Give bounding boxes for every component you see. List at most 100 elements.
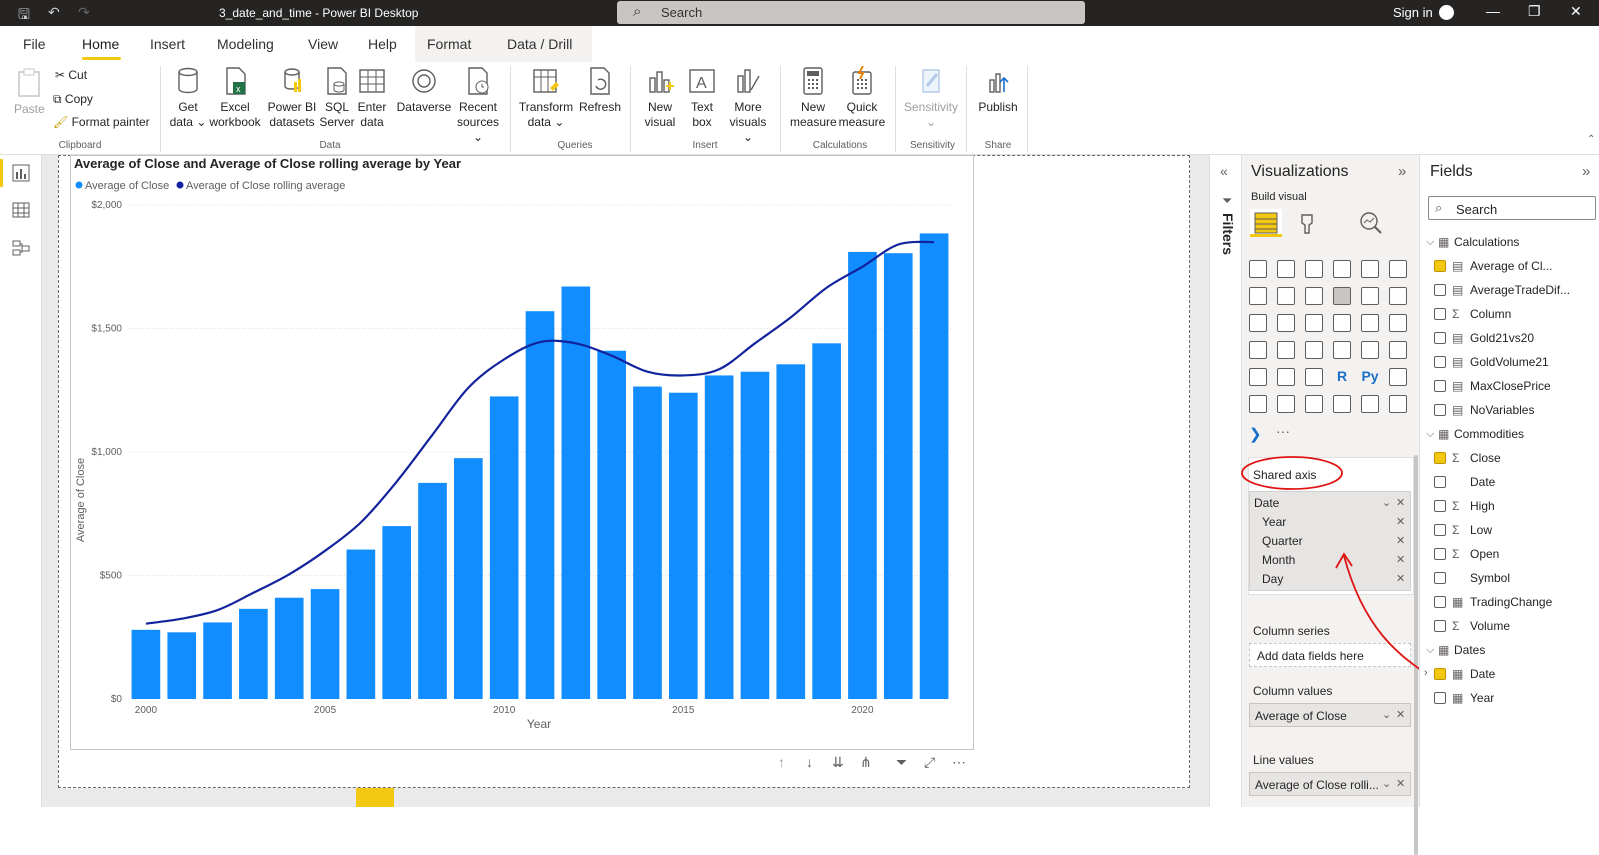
field-checkbox[interactable] xyxy=(1434,500,1446,512)
menu-home[interactable]: Home xyxy=(82,36,119,52)
field-checkbox[interactable] xyxy=(1434,308,1446,320)
python-visual-icon[interactable]: Py xyxy=(1361,368,1379,386)
field-checkbox[interactable] xyxy=(1434,668,1446,680)
date-level-day[interactable]: Day xyxy=(1262,572,1283,586)
drill-down-icon[interactable]: ↓ xyxy=(806,754,813,770)
next-level-icon[interactable]: ⇊ xyxy=(832,754,844,771)
format-painter-button[interactable]: 🖌 Format painter xyxy=(53,115,150,130)
menu-format[interactable]: Format xyxy=(427,36,471,52)
stacked-bar-visual-icon[interactable] xyxy=(1249,260,1267,278)
field-checkbox[interactable] xyxy=(1434,572,1446,584)
collapse-table-icon[interactable]: ⌵ xyxy=(1426,644,1434,657)
power-automate-visual-icon[interactable]: ❯ xyxy=(1249,425,1262,443)
active-page-tab[interactable] xyxy=(356,788,394,807)
bar-2001[interactable] xyxy=(167,632,196,699)
area-visual-icon[interactable] xyxy=(1277,287,1295,305)
field-checkbox[interactable] xyxy=(1434,260,1446,272)
field-checkbox[interactable] xyxy=(1434,692,1446,704)
paste-button[interactable]: Paste xyxy=(14,68,44,117)
menu-help[interactable]: Help xyxy=(368,36,397,52)
publish-button[interactable]: Publish xyxy=(975,66,1021,115)
filter-icon[interactable]: ⏷ xyxy=(896,754,907,771)
fields-search-input[interactable]: ⌕ Search xyxy=(1428,196,1596,220)
menu-file[interactable]: File xyxy=(23,36,46,52)
chevron-down-icon[interactable]: ⌄ xyxy=(1382,777,1391,790)
menu-modeling[interactable]: Modeling xyxy=(217,36,274,52)
avatar[interactable] xyxy=(1439,5,1454,20)
bar-2007[interactable] xyxy=(382,526,411,699)
field-checkbox[interactable] xyxy=(1434,284,1446,296)
format-visual-icon[interactable] xyxy=(1294,213,1320,235)
enter-data-button[interactable]: Enterdata xyxy=(354,66,390,130)
field-checkbox[interactable] xyxy=(1434,548,1446,560)
bar-2018[interactable] xyxy=(776,364,805,699)
decomposition-tree-visual-icon[interactable] xyxy=(1249,395,1267,413)
report-view-icon[interactable] xyxy=(12,164,30,182)
donut-visual-icon[interactable] xyxy=(1361,314,1379,332)
search-box[interactable]: ⌕ Search xyxy=(617,1,1085,24)
bar-2020[interactable] xyxy=(848,252,877,699)
bar-2019[interactable] xyxy=(812,343,841,699)
data-view-icon[interactable] xyxy=(12,201,30,219)
new-measure-button[interactable]: Newmeasure xyxy=(790,66,836,130)
key-influencers-visual-icon[interactable] xyxy=(1389,368,1407,386)
transform-data-button[interactable]: Transformdata ⌄ xyxy=(518,66,574,130)
menu-view[interactable]: View xyxy=(308,36,338,52)
field-item[interactable]: GoldVolume21 xyxy=(1470,355,1549,369)
line-stacked-column-visual-icon[interactable] xyxy=(1361,287,1379,305)
power-automate-visual-icon[interactable] xyxy=(1389,395,1407,413)
multi-row-card-visual-icon[interactable] xyxy=(1361,341,1379,359)
quick-measure-button[interactable]: Quickmeasure xyxy=(838,66,886,130)
bar-2002[interactable] xyxy=(203,622,232,699)
bar-2003[interactable] xyxy=(239,609,268,699)
power-bi-datasets-button[interactable]: Power BIdatasets xyxy=(266,66,318,130)
undo-icon[interactable]: ↶ xyxy=(48,4,60,21)
model-view-icon[interactable] xyxy=(12,239,30,257)
redo-icon[interactable]: ↷ xyxy=(78,4,90,21)
scatter-visual-icon[interactable] xyxy=(1305,314,1323,332)
more-visuals-ellipsis[interactable]: ··· xyxy=(1276,423,1290,439)
minimize-icon[interactable]: — xyxy=(1486,3,1500,19)
bar-2006[interactable] xyxy=(347,550,376,699)
table-visual-icon[interactable] xyxy=(1277,368,1295,386)
field-checkbox[interactable] xyxy=(1434,380,1446,392)
collapse-viz-icon[interactable]: » xyxy=(1398,163,1406,180)
menu-data-drill[interactable]: Data / Drill xyxy=(507,36,572,52)
clustered-column-visual-icon[interactable] xyxy=(1333,260,1351,278)
remove-year-icon[interactable]: ✕ xyxy=(1396,515,1405,528)
collapse-ribbon-icon[interactable]: ⌃ xyxy=(1587,134,1595,145)
100-bar-visual-icon[interactable] xyxy=(1361,260,1379,278)
date-level-quarter[interactable]: Quarter xyxy=(1262,534,1303,548)
field-item[interactable]: Gold21vs20 xyxy=(1470,331,1534,345)
build-visual-tab[interactable] xyxy=(1250,209,1282,237)
line-visual-icon[interactable] xyxy=(1249,287,1267,305)
excel-workbook-button[interactable]: x Excelworkbook xyxy=(209,66,261,130)
sensitivity-button[interactable]: Sensitivity⌄ xyxy=(903,66,959,130)
field-item[interactable]: Average of Cl... xyxy=(1470,259,1553,273)
remove-field-icon[interactable]: ✕ xyxy=(1396,708,1405,721)
field-checkbox[interactable] xyxy=(1434,620,1446,632)
copy-button[interactable]: ⧉ Copy xyxy=(53,92,93,107)
field-table-dates[interactable]: Dates xyxy=(1454,643,1485,657)
field-checkbox[interactable] xyxy=(1434,356,1446,368)
ribbon-visual-icon[interactable] xyxy=(1389,287,1407,305)
bar-2004[interactable] xyxy=(275,598,304,699)
funnel-visual-icon[interactable] xyxy=(1277,314,1295,332)
chevron-down-icon[interactable]: ⌄ xyxy=(1382,708,1391,721)
expand-filters-icon[interactable]: « xyxy=(1220,163,1228,179)
get-data-button[interactable]: Getdata ⌄ xyxy=(168,66,208,130)
collapse-table-icon[interactable]: ⌵ xyxy=(1426,236,1434,249)
field-item[interactable]: Date xyxy=(1470,475,1495,489)
close-icon[interactable]: ✕ xyxy=(1570,3,1582,20)
gauge-visual-icon[interactable] xyxy=(1305,341,1323,359)
bar-2021[interactable] xyxy=(884,253,913,699)
collapse-table-icon[interactable]: ⌵ xyxy=(1426,428,1434,441)
field-item[interactable]: Volume xyxy=(1470,619,1510,633)
filled-map-visual-icon[interactable] xyxy=(1277,341,1295,359)
menu-insert[interactable]: Insert xyxy=(150,36,185,52)
bar-2013[interactable] xyxy=(597,351,626,699)
analytics-icon[interactable] xyxy=(1358,211,1384,235)
treemap-visual-icon[interactable] xyxy=(1389,314,1407,332)
card-visual-icon[interactable] xyxy=(1333,341,1351,359)
bar-2015[interactable] xyxy=(669,393,698,699)
